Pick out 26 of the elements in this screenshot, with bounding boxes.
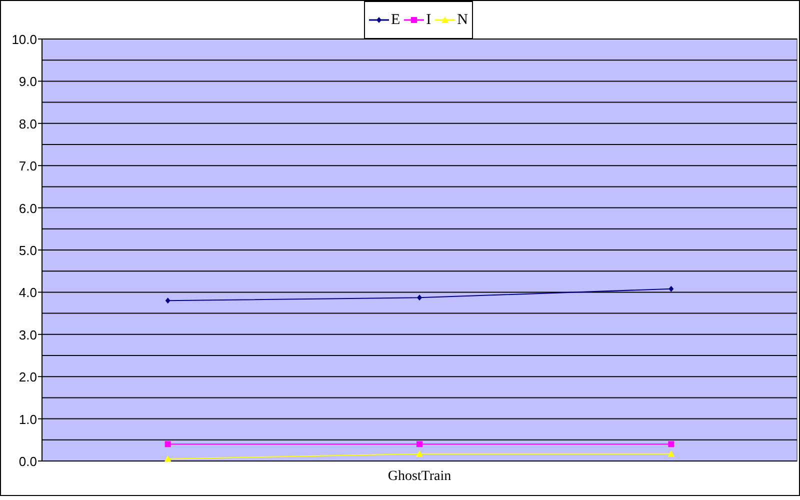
- legend-label: N: [457, 12, 468, 28]
- y-tick-label: 4.0: [18, 285, 37, 300]
- data-point: [668, 286, 674, 292]
- data-point: [417, 294, 422, 301]
- y-tick-label: 1.0: [18, 412, 37, 427]
- y-tick-label: 9.0: [18, 74, 37, 90]
- data-point: [668, 441, 674, 448]
- data-point: [416, 441, 422, 448]
- legend-label: I: [426, 12, 432, 28]
- legend-marker-icon: [435, 16, 456, 24]
- data-point: [164, 455, 172, 462]
- legend-label: E: [391, 12, 400, 28]
- y-tick-label: 10.0: [12, 32, 37, 47]
- y-tick-label: 5.0: [18, 243, 37, 258]
- category-label: GhostTrain: [388, 469, 452, 484]
- data-point: [416, 450, 423, 457]
- data-point: [668, 450, 675, 457]
- y-tick-label: 3.0: [18, 327, 37, 342]
- legend-marker-icon: [404, 16, 424, 24]
- y-tick-label: 2.0: [18, 370, 37, 385]
- legend-marker-icon: [369, 16, 389, 24]
- y-tick-label: 7.0: [18, 158, 37, 174]
- y-tick-label: 8.0: [18, 116, 37, 132]
- y-tick-label: 0.0: [18, 454, 37, 469]
- y-tick-label: 6.0: [18, 200, 37, 216]
- data-point: [165, 298, 170, 304]
